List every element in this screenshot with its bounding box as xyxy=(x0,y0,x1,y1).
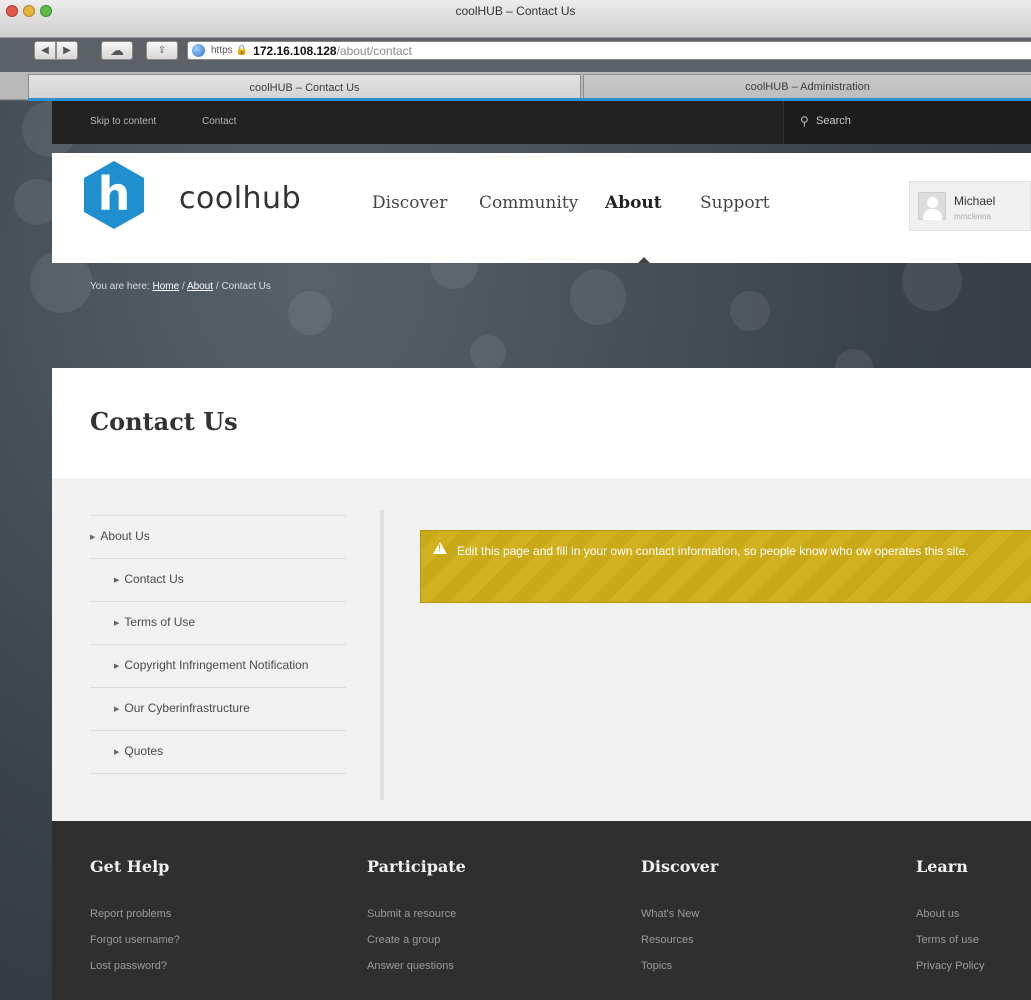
contact-link[interactable]: Contact xyxy=(202,116,236,127)
skip-to-content-link[interactable]: Skip to content xyxy=(90,116,156,127)
nav-discover[interactable]: Discover xyxy=(372,193,447,213)
subnav-label: Our Cyberinfrastructure xyxy=(124,701,250,715)
breadcrumb-about-link[interactable]: About xyxy=(187,281,213,292)
tab-label: coolHUB – Administration xyxy=(745,81,870,93)
nav-support[interactable]: Support xyxy=(700,193,770,213)
footer-heading: Discover xyxy=(641,857,719,876)
breadcrumb-separator: / xyxy=(181,281,185,292)
footer-link[interactable]: What's New xyxy=(641,908,718,920)
user-login: mmclenna xyxy=(954,212,991,221)
web-page: Skip to content Contact ⚲ h coolhub Disc… xyxy=(0,101,1031,1000)
subnav-item-quotes[interactable]: ▶ Quotes xyxy=(90,731,346,774)
caret-right-icon: ▶ xyxy=(114,706,120,713)
browser-tab-administration[interactable]: coolHUB – Administration xyxy=(583,74,1031,100)
logo-wordmark[interactable]: coolhub xyxy=(179,181,301,216)
footer-column-get-help: Get Help Report problems Forgot username… xyxy=(90,857,180,986)
page-title: Contact Us xyxy=(90,407,238,436)
subnav-item-cyberinfrastructure[interactable]: ▶ Our Cyberinfrastructure xyxy=(90,688,346,731)
subnav-item-contact-us[interactable]: ▶ Contact Us xyxy=(90,559,346,602)
main-content: ▶ About Us ▶ Contact Us ▶ Terms of Use ▶ Cop… xyxy=(52,478,1031,821)
url-host: 172.16.108.128 xyxy=(253,43,337,58)
footer-heading: Learn xyxy=(916,857,968,876)
search-box: ⚲ xyxy=(783,101,1031,144)
caret-right-icon: ▶ xyxy=(114,749,120,756)
search-input[interactable] xyxy=(816,115,1016,127)
subnav-label: Contact Us xyxy=(124,572,184,586)
page-title-band: Contact Us xyxy=(52,368,1031,478)
footer-link[interactable]: Lost password? xyxy=(90,960,180,972)
back-button[interactable]: ◀ xyxy=(34,41,56,60)
breadcrumb-separator: / xyxy=(215,281,219,292)
warning-notice: Edit this page and fill in your own cont… xyxy=(420,530,1031,603)
footer-link[interactable]: Create a group xyxy=(367,934,466,946)
icloud-tabs-button[interactable]: ☁ xyxy=(101,41,133,60)
breadcrumb-current: Contact Us xyxy=(221,281,271,292)
footer-link[interactable]: Answer questions xyxy=(367,960,466,972)
address-bar[interactable]: https 🔒 172.16.108.128 /about/contact xyxy=(187,41,1031,60)
footer-link[interactable]: Topics xyxy=(641,960,718,972)
nav-about[interactable]: About xyxy=(605,193,662,213)
subnav-label: Copyright Infringement Notification xyxy=(124,658,309,672)
subnav-item-about-us[interactable]: ▶ About Us xyxy=(90,516,346,559)
globe-icon xyxy=(192,44,205,57)
tab-label: coolHUB – Contact Us xyxy=(249,81,360,94)
user-account-box[interactable]: Michael mmclenna xyxy=(909,181,1031,231)
footer-link[interactable]: About us xyxy=(916,908,984,920)
back-arrow-icon: ◀ xyxy=(41,45,49,56)
user-name: Michael xyxy=(954,194,996,208)
search-icon: ⚲ xyxy=(800,114,809,128)
footer-link[interactable]: Privacy Policy xyxy=(916,960,984,972)
share-button[interactable]: ⇪ xyxy=(146,41,178,60)
section-subnav: ▶ About Us ▶ Contact Us ▶ Terms of Use ▶ Cop… xyxy=(90,515,346,774)
window-title: coolHUB – Contact Us xyxy=(455,4,576,18)
browser-tab-contact[interactable]: coolHUB – Contact Us xyxy=(28,74,581,100)
subnav-item-copyright[interactable]: ▶ Copyright Infringement Notification xyxy=(90,645,346,688)
share-icon: ⇪ xyxy=(157,45,167,56)
background-bokeh xyxy=(470,335,506,371)
breadcrumb-prefix: You are here: xyxy=(90,281,150,292)
url-scheme: https xyxy=(211,45,233,56)
caret-right-icon: ▶ xyxy=(114,620,120,627)
footer-heading: Participate xyxy=(367,857,466,876)
footer-heading: Get Help xyxy=(90,857,170,876)
utility-bar: Skip to content Contact ⚲ xyxy=(52,101,1031,144)
subnav-item-terms-of-use[interactable]: ▶ Terms of Use xyxy=(90,602,346,645)
url-path: /about/contact xyxy=(336,43,412,58)
lock-icon: 🔒 xyxy=(235,45,249,56)
background-bokeh xyxy=(570,269,626,325)
caret-right-icon: ▶ xyxy=(114,577,120,584)
nav-community[interactable]: Community xyxy=(479,193,578,213)
footer-column-learn: Learn About us Terms of use Privacy Poli… xyxy=(916,857,984,986)
logo-letter: h xyxy=(97,167,131,221)
breadcrumb-home-link[interactable]: Home xyxy=(152,281,179,292)
site-footer: Get Help Report problems Forgot username… xyxy=(52,821,1031,1000)
footer-link[interactable]: Terms of use xyxy=(916,934,984,946)
site-header: h coolhub Discover Community About Suppo… xyxy=(52,153,1031,263)
warning-text: Edit this page and fill in your own cont… xyxy=(457,544,969,558)
footer-link[interactable]: Submit a resource xyxy=(367,908,466,920)
forward-arrow-icon: ▶ xyxy=(63,45,71,56)
background-bokeh xyxy=(288,291,332,335)
browser-tab-strip: coolHUB – Contact Us coolHUB – Administr… xyxy=(0,72,1031,100)
caret-right-icon: ▶ xyxy=(90,534,96,541)
footer-column-participate: Participate Submit a resource Create a g… xyxy=(367,857,466,986)
browser-toolbar: ◀ ▶ ☁ ⇪ https 🔒 172.16.108.128 /about/co… xyxy=(0,40,1031,62)
browser-titlebar: coolHUB – Contact Us xyxy=(0,0,1031,38)
forward-button[interactable]: ▶ xyxy=(56,41,78,60)
active-nav-pointer xyxy=(638,257,650,263)
column-divider xyxy=(380,510,384,800)
background-bokeh xyxy=(730,291,770,331)
footer-link[interactable]: Forgot username? xyxy=(90,934,180,946)
subnav-label: Quotes xyxy=(124,744,164,758)
warning-triangle-icon xyxy=(433,542,447,554)
subnav-label: About Us xyxy=(100,529,150,543)
cloud-icon: ☁ xyxy=(110,42,124,58)
subnav-label: Terms of Use xyxy=(124,615,196,629)
caret-right-icon: ▶ xyxy=(114,663,120,670)
footer-link[interactable]: Report problems xyxy=(90,908,180,920)
footer-link[interactable]: Resources xyxy=(641,934,718,946)
avatar xyxy=(918,192,946,220)
breadcrumb: You are here: Home / About / Contact Us xyxy=(90,281,271,292)
footer-column-discover: Discover What's New Resources Topics xyxy=(641,857,718,986)
